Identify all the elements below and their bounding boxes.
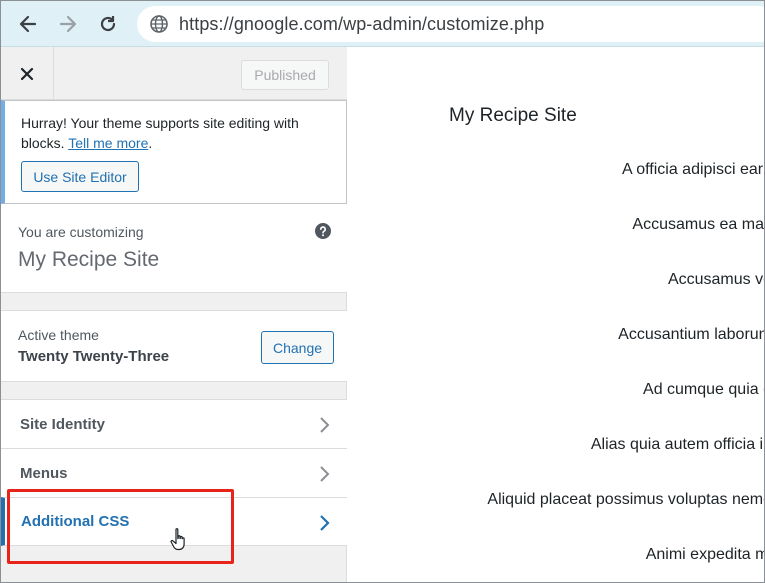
notice-text: Hurray! Your theme supports site editing… — [21, 113, 332, 153]
back-button[interactable] — [13, 9, 43, 39]
globe-icon — [150, 15, 168, 33]
sidebar-item-label: Additional CSS — [21, 513, 130, 530]
post-title-link[interactable]: Accusamus ea max — [632, 216, 764, 234]
hand-cursor-icon — [170, 528, 185, 551]
notice-punctuation: . — [148, 135, 153, 151]
change-theme-button[interactable]: Change — [261, 331, 334, 364]
address-bar[interactable]: https://gnoogle.com/wp-admin/customize.p… — [137, 6, 764, 42]
reload-button[interactable] — [93, 9, 123, 39]
post-title-link[interactable]: Ad cumque quia e — [643, 381, 764, 399]
customizing-info: You are customizing My Recipe Site — [1, 204, 347, 293]
browser-toolbar: https://gnoogle.com/wp-admin/customize.p… — [1, 1, 764, 47]
chevron-right-icon — [320, 417, 330, 433]
post-title-link[interactable]: Accusamus vo — [668, 271, 764, 289]
post-title-link[interactable]: Accusantium laborum — [618, 326, 764, 344]
arrow-right-icon — [59, 15, 77, 33]
chevron-right-icon — [320, 515, 330, 531]
customizing-site-name: My Recipe Site — [18, 248, 160, 271]
reload-icon — [100, 16, 116, 32]
sidebar-item-label: Site Identity — [20, 415, 106, 433]
site-preview: My Recipe Site A officia adipisci earu A… — [348, 47, 764, 582]
customizing-label: You are customizing — [18, 224, 144, 240]
post-title-link[interactable]: Animi expedita mi — [646, 546, 764, 564]
published-button[interactable]: Published — [241, 60, 329, 90]
notice-message: Hurray! Your theme supports site editing… — [21, 115, 299, 151]
close-customizer-button[interactable] — [1, 47, 54, 100]
post-title-link[interactable]: A officia adipisci earu — [622, 161, 764, 179]
tell-me-more-link[interactable]: Tell me more — [68, 135, 148, 151]
use-site-editor-button[interactable]: Use Site Editor — [21, 161, 139, 192]
sidebar-item-site-identity[interactable]: Site Identity — [1, 399, 347, 448]
close-icon — [20, 67, 34, 80]
customizer-menu: Site Identity Menus Additional CSS — [1, 399, 347, 546]
chevron-right-icon — [320, 466, 330, 482]
arrow-left-icon — [19, 15, 37, 33]
sidebar-item-menus[interactable]: Menus — [1, 448, 347, 497]
site-editing-notice: Hurray! Your theme supports site editing… — [1, 100, 347, 204]
sidebar-item-label: Menus — [20, 464, 68, 482]
sidebar-header: Published — [1, 47, 347, 100]
url-text: https://gnoogle.com/wp-admin/customize.p… — [179, 13, 545, 34]
post-title-link[interactable]: Aliquid placeat possimus voluptas nemo — [487, 491, 764, 509]
active-theme-section: Active theme Twenty Twenty-Three Change — [1, 310, 347, 382]
help-icon[interactable] — [315, 223, 331, 239]
preview-site-title[interactable]: My Recipe Site — [449, 105, 577, 127]
app-window: https://gnoogle.com/wp-admin/customize.p… — [0, 0, 765, 583]
customizer-sidebar: Published Hurray! Your theme supports si… — [1, 47, 347, 582]
post-title-link[interactable]: Alias quia autem officia iu — [591, 436, 764, 454]
forward-button[interactable] — [53, 9, 83, 39]
